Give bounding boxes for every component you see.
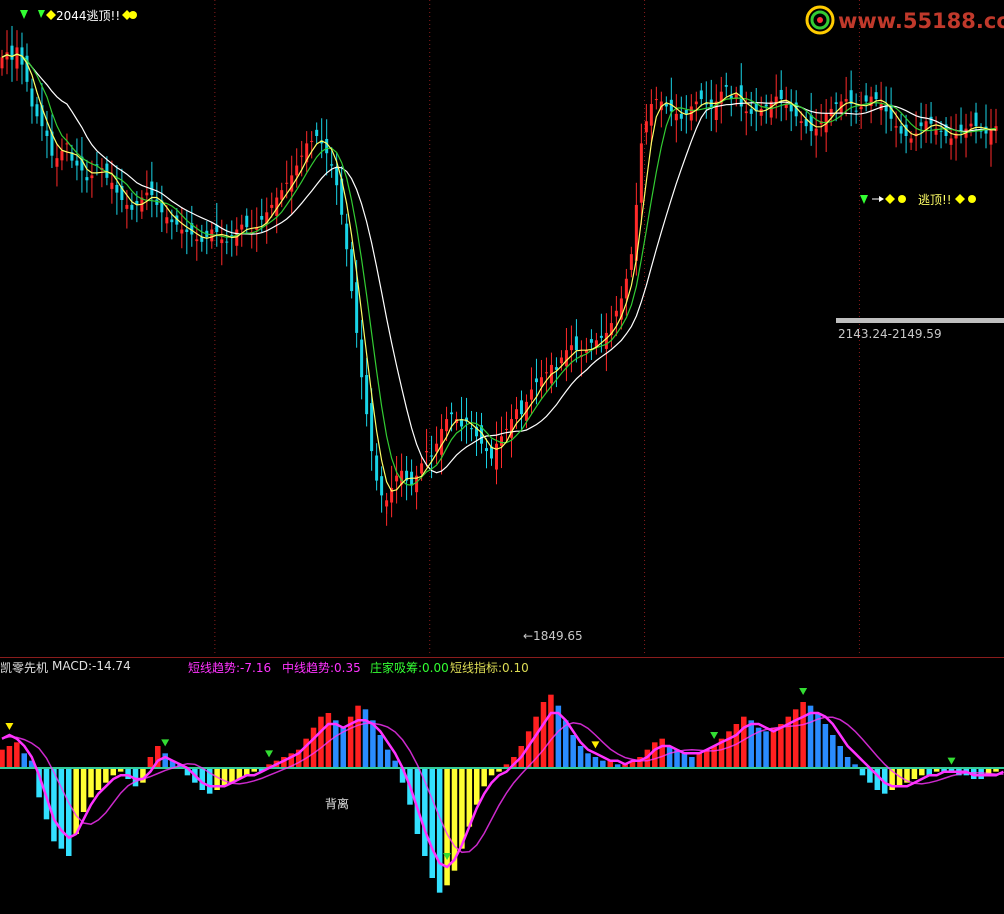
macd-bar: [0, 749, 5, 768]
macd-bar: [748, 720, 754, 768]
macd-bar: [392, 760, 398, 768]
macd-bar: [770, 727, 777, 768]
macd-bar: [711, 746, 717, 768]
macd-bar: [859, 768, 866, 776]
warning-signal-icon: [591, 741, 600, 749]
macd-bar: [681, 753, 688, 768]
macd-bar: [384, 749, 391, 768]
macd-bar: [51, 768, 57, 842]
macd-bar: [66, 768, 72, 856]
macd-bar: [21, 753, 28, 768]
warning-signal-icon: [5, 723, 14, 730]
macd-bar: [570, 735, 576, 768]
macd-bar: [815, 713, 821, 768]
macd-bar: [473, 768, 480, 805]
mid-trend-line: [1, 716, 1004, 854]
macd-bar: [88, 768, 94, 798]
macd-bar: [919, 768, 925, 776]
macd-bar: [333, 720, 339, 768]
macd-bar: [689, 757, 695, 768]
divergence-label: 背离: [325, 797, 350, 811]
macd-bar: [466, 768, 473, 827]
macd-bar: [548, 694, 554, 768]
macd-bar: [830, 735, 836, 768]
macd-bar: [318, 716, 324, 768]
buy-signal-icon: [443, 853, 452, 860]
macd-bar: [310, 727, 317, 768]
macd-bar: [377, 735, 384, 768]
macd-bar: [741, 716, 747, 768]
macd-bar: [733, 724, 740, 768]
macd-bar: [436, 768, 443, 893]
stock-chart-window: www.55188.com 2044逃顶!! 逃顶!! 2143.24-2149…: [0, 0, 1004, 914]
macd-chart[interactable]: [0, 0, 1004, 914]
macd-bar: [696, 753, 703, 768]
short-trend-line: [1, 711, 1004, 869]
macd-bar: [58, 768, 65, 849]
macd-bar: [73, 768, 79, 834]
macd-bar: [221, 768, 228, 787]
macd-bar: [585, 753, 591, 768]
macd-histogram: [0, 694, 999, 893]
macd-bar: [110, 768, 117, 776]
macd-bar: [837, 746, 843, 768]
macd-bar: [800, 702, 806, 768]
macd-bar: [911, 768, 918, 779]
macd-bar: [481, 768, 487, 787]
buy-signal-icon: [947, 757, 956, 765]
macd-bar: [844, 757, 851, 768]
macd-bar: [659, 738, 665, 768]
macd-bar: [822, 724, 829, 768]
macd-bar: [140, 768, 146, 783]
macd-bar: [355, 705, 361, 768]
macd-bar: [577, 746, 584, 768]
macd-bar: [147, 757, 154, 768]
macd-bar: [80, 768, 87, 812]
macd-bar: [540, 702, 547, 768]
macd-bar: [763, 731, 769, 768]
macd-bar: [14, 742, 20, 768]
buy-signal-icon: [265, 750, 274, 758]
buy-signal-icon: [799, 688, 808, 695]
macd-bar: [95, 768, 102, 790]
macd-bar: [652, 742, 658, 768]
macd-bar: [362, 709, 369, 768]
buy-signal-icon: [161, 739, 170, 747]
macd-bar: [459, 768, 465, 849]
macd-bar: [162, 753, 168, 768]
macd-bar: [103, 768, 109, 783]
macd-bar: [592, 757, 599, 768]
macd-bar: [703, 749, 710, 768]
macd-bar: [600, 760, 606, 768]
macd-bar: [6, 746, 13, 768]
macd-bar: [666, 746, 673, 768]
macd-bar: [429, 768, 435, 878]
macd-bar: [755, 727, 762, 768]
buy-signal-icon: [710, 732, 719, 739]
macd-bar: [488, 768, 495, 776]
macd-bar: [778, 724, 784, 768]
